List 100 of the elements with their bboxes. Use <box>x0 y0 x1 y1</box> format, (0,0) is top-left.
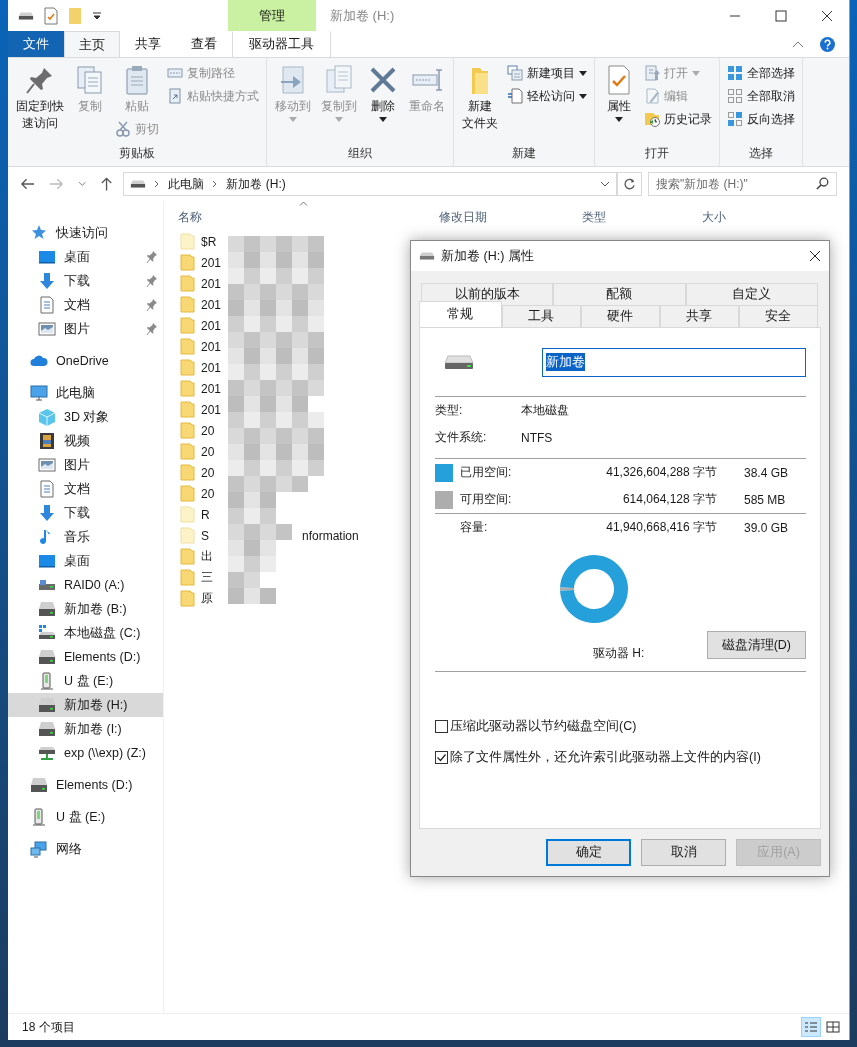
file-name[interactable]: $R <box>201 234 217 249</box>
nav-item[interactable]: 新加卷 (B:) <box>8 597 163 621</box>
file-name[interactable]: nformation <box>302 528 359 543</box>
nav-item[interactable]: 本地磁盘 (C:) <box>8 621 163 645</box>
file-name[interactable]: 201 <box>201 402 222 417</box>
column-header[interactable]: 大小 <box>702 209 726 226</box>
file-name[interactable]: 201 <box>201 381 222 396</box>
nav-item[interactable]: 新加卷 (I:) <box>8 717 163 741</box>
file-name[interactable]: 201 <box>201 339 222 354</box>
nav-item[interactable]: U 盘 (E:) <box>8 669 163 693</box>
nav-item[interactable]: 快速访问 <box>8 221 163 245</box>
network-icon <box>30 840 48 858</box>
ribbon-button[interactable]: 历史记录 <box>641 108 715 130</box>
chevron-icon[interactable] <box>600 181 611 187</box>
ribbon-button[interactable]: 全部选择 <box>724 62 798 84</box>
ribbon-tab[interactable]: 共享 <box>120 31 176 57</box>
checkbox[interactable] <box>435 720 448 733</box>
file-name[interactable]: 20 <box>201 423 215 438</box>
ribbon-button[interactable]: 删除 <box>363 62 403 124</box>
nav-item[interactable]: 音乐 <box>8 525 163 549</box>
nav-item[interactable]: U 盘 (E:) <box>8 805 163 829</box>
help-icon[interactable] <box>820 36 835 52</box>
dialog-tab[interactable]: 自定义 <box>685 283 818 305</box>
nav-item[interactable]: 下载 <box>8 269 163 293</box>
dialog-tab[interactable]: 配额 <box>553 283 686 305</box>
view-button[interactable] <box>801 1017 821 1037</box>
refresh-icon <box>623 177 637 191</box>
checkbox-label: 压缩此驱动器以节约磁盘空间(C) <box>450 718 637 735</box>
ribbon-button[interactable]: 轻松访问 <box>504 85 590 107</box>
nav-item[interactable]: 文档 <box>8 293 163 317</box>
ribbon-tab[interactable]: 主页 <box>64 31 120 58</box>
nav-item[interactable]: 桌面 <box>8 245 163 269</box>
column-header[interactable]: 类型 <box>582 209 606 226</box>
nav-item[interactable]: 图片 <box>8 317 163 341</box>
column-header[interactable]: 名称 <box>178 209 202 226</box>
dialog-button[interactable]: 取消 <box>641 839 726 866</box>
nav-item[interactable]: exp (\\exp) (Z:) <box>8 741 163 765</box>
nav-item[interactable]: OneDrive <box>8 349 163 373</box>
nav-item[interactable]: 图片 <box>8 453 163 477</box>
grid-icon <box>727 65 743 81</box>
open-icon <box>644 65 660 81</box>
file-name[interactable]: 201 <box>201 318 222 333</box>
file-name[interactable]: 三 <box>201 569 213 586</box>
nav-item[interactable]: 桌面 <box>8 549 163 573</box>
file-name[interactable]: 201 <box>201 255 222 270</box>
empty-grid-icon <box>727 88 743 104</box>
file-name[interactable]: S <box>201 528 209 543</box>
nav-item[interactable]: 文档 <box>8 477 163 501</box>
ribbon-button[interactable]: 属性 <box>599 62 639 124</box>
breadcrumb[interactable]: 新加卷 (H:) <box>226 175 286 193</box>
file-name[interactable]: 20 <box>201 486 215 501</box>
maximize-icon[interactable] <box>775 9 787 22</box>
refresh-button[interactable] <box>617 172 642 196</box>
nav-item[interactable]: 新加卷 (H:) <box>8 693 163 717</box>
dialog-tab[interactable]: 硬件 <box>580 305 660 327</box>
dialog-tab[interactable]: 工具 <box>501 305 581 327</box>
address-bar[interactable]: 此电脑 新加卷 (H:) <box>123 172 618 196</box>
nav-item[interactable]: 网络 <box>8 837 163 861</box>
breadcrumb[interactable]: 此电脑 <box>168 175 205 193</box>
column-header[interactable]: 修改日期 <box>439 209 487 226</box>
file-name[interactable]: 201 <box>201 276 222 291</box>
nav-item[interactable]: 3D 对象 <box>8 405 163 429</box>
file-name[interactable]: 原 <box>201 590 213 607</box>
ribbon-tab[interactable]: 文件 <box>8 31 64 57</box>
document-icon <box>507 88 523 104</box>
checkbox[interactable] <box>435 751 448 764</box>
back-icon[interactable] <box>20 177 35 191</box>
ribbon-button[interactable]: 新建 文件夹 <box>458 62 502 134</box>
ribbon-button[interactable]: 固定到快 速访问 <box>12 62 68 134</box>
ribbon-button[interactable]: 反向选择 <box>724 108 798 130</box>
ribbon-button[interactable]: 新建项目 <box>504 62 590 84</box>
nav-item[interactable]: 此电脑 <box>8 381 163 405</box>
dialog-button[interactable]: 确定 <box>546 839 631 866</box>
nav-item[interactable]: Elements (D:) <box>8 645 163 669</box>
file-name[interactable]: 出 <box>201 548 213 565</box>
ribbon-button[interactable]: 全部取消 <box>724 85 798 107</box>
close-icon[interactable] <box>809 250 821 262</box>
dropdown-icon[interactable] <box>92 10 102 21</box>
close-icon[interactable] <box>821 9 833 22</box>
nav-item[interactable]: 下载 <box>8 501 163 525</box>
properties-icon[interactable] <box>44 6 58 25</box>
file-name[interactable]: 201 <box>201 297 222 312</box>
dialog-tab[interactable]: 共享 <box>659 305 739 327</box>
capacity-size: 39.0 GB <box>744 520 789 535</box>
collapse-icon[interactable] <box>792 40 804 48</box>
volume-name-field[interactable]: 新加卷 <box>542 347 806 377</box>
dialog-tab[interactable]: 常规 <box>419 301 502 327</box>
dialog-tab[interactable]: 安全 <box>738 305 818 327</box>
search-field[interactable]: 搜索"新加卷 (H:)" <box>647 172 837 196</box>
file-name[interactable]: 201 <box>201 360 222 375</box>
ribbon-tab[interactable]: 查看 <box>176 31 232 57</box>
file-name[interactable]: R <box>201 507 210 522</box>
file-name[interactable]: 20 <box>201 444 215 459</box>
up-icon[interactable] <box>100 176 114 192</box>
file-name[interactable]: 20 <box>201 465 215 480</box>
nav-item[interactable]: RAID0 (A:) <box>8 573 163 597</box>
drive-icon[interactable] <box>18 9 34 22</box>
disk-cleanup-button[interactable]: 磁盘清理(D) <box>706 631 806 659</box>
nav-item[interactable]: Elements (D:) <box>8 773 163 797</box>
nav-item[interactable]: 视频 <box>8 429 163 453</box>
